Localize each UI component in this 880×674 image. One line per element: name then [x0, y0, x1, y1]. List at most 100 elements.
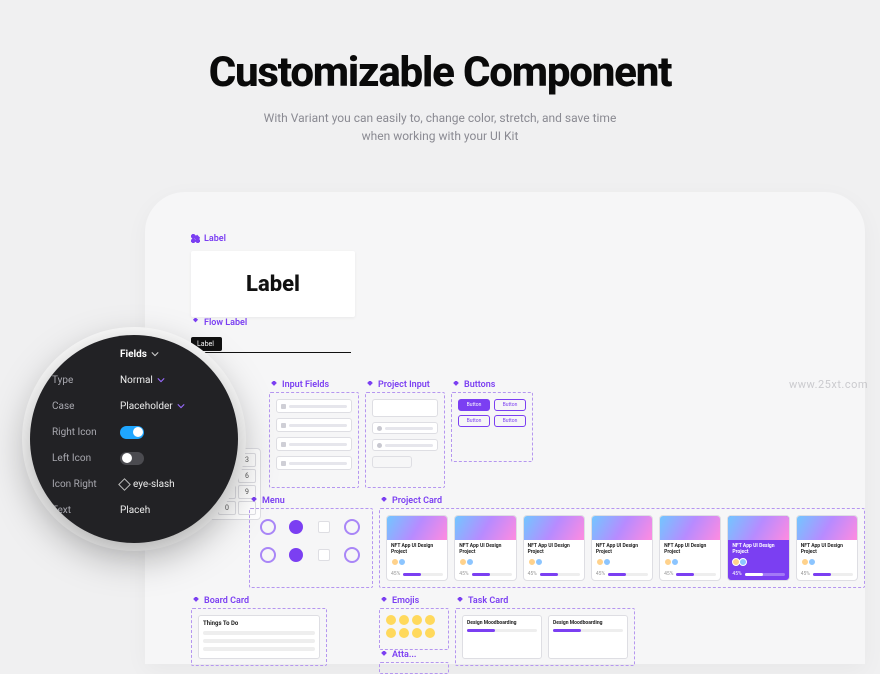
- project-card-variant[interactable]: NFT App UI Design Project 45%: [591, 515, 653, 581]
- instance-swap-icon: [118, 478, 131, 491]
- component-tag-label[interactable]: Label: [191, 234, 226, 244]
- project-card-variant-active[interactable]: NFT App UI Design Project 45%: [727, 515, 789, 581]
- component-icon: [366, 381, 374, 389]
- inspector-row-icon-right[interactable]: Icon Right eye-slash: [52, 471, 232, 497]
- project-input-variant[interactable]: [372, 399, 438, 417]
- group-menu[interactable]: Menu: [249, 508, 373, 588]
- key-6[interactable]: 6: [238, 469, 256, 483]
- component-icon: [192, 597, 200, 605]
- menu-variant[interactable]: [256, 515, 280, 539]
- project-card-variant[interactable]: NFT App UI Design Project 45%: [523, 515, 585, 581]
- label-card[interactable]: Label: [191, 251, 355, 317]
- project-input-variant[interactable]: [372, 422, 438, 434]
- card-thumbnail: [728, 516, 788, 540]
- group-board-card[interactable]: Board Card Things To Do: [191, 608, 327, 666]
- menu-variant[interactable]: [312, 515, 336, 539]
- emoji-variant[interactable]: [412, 615, 422, 625]
- menu-variant[interactable]: [340, 515, 364, 539]
- group-task-card[interactable]: Task Card Design Moodboarding Design Moo…: [455, 608, 635, 666]
- chevron-down-icon: [177, 402, 185, 410]
- page-title: Customizable Component: [0, 48, 880, 97]
- card-thumbnail: [660, 516, 720, 540]
- emoji-variant[interactable]: [425, 615, 435, 625]
- component-tag-board-card[interactable]: Board Card: [192, 596, 249, 606]
- project-card-variant[interactable]: NFT App UI Design Project 45%: [386, 515, 448, 581]
- inspector-row-text[interactable]: Text Placeh: [52, 497, 232, 523]
- component-icon: [250, 497, 258, 505]
- group-attachments[interactable]: Atta...: [379, 662, 449, 674]
- menu-variant[interactable]: [340, 543, 364, 567]
- menu-variant[interactable]: [256, 543, 280, 567]
- project-input-variant[interactable]: [372, 439, 438, 451]
- key-3[interactable]: 3: [238, 453, 256, 467]
- group-project-input[interactable]: Project Input: [365, 392, 445, 488]
- component-icon: [380, 597, 388, 605]
- button-variant-outline[interactable]: Button: [494, 399, 526, 411]
- emoji-variant[interactable]: [412, 628, 422, 638]
- task-card-variant[interactable]: Design Moodboarding: [462, 615, 542, 659]
- component-tag-menu[interactable]: Menu: [250, 496, 285, 506]
- figma-canvas[interactable]: Label Label Flow Label Label 1 2 3 4 5 6…: [145, 192, 865, 664]
- card-thumbnail: [387, 516, 447, 540]
- card-thumbnail: [592, 516, 652, 540]
- page-subtitle: With Variant you can easily to, change c…: [230, 109, 650, 145]
- button-variant-outline[interactable]: Button: [458, 415, 490, 427]
- component-icon: [191, 234, 200, 243]
- component-tag-task-card[interactable]: Task Card: [456, 596, 508, 606]
- project-card-variant[interactable]: NFT App UI Design Project 45%: [454, 515, 516, 581]
- input-variant[interactable]: [276, 418, 352, 432]
- menu-variant[interactable]: [284, 515, 308, 539]
- component-icon: [452, 381, 460, 389]
- project-card-variant[interactable]: NFT App UI Design Project 45%: [659, 515, 721, 581]
- project-input-variant[interactable]: [372, 456, 412, 468]
- input-variant[interactable]: [276, 456, 352, 470]
- chevron-down-icon: [157, 376, 165, 384]
- component-tag-flow-label[interactable]: Flow Label: [191, 318, 247, 328]
- component-tag-project-card[interactable]: Project Card: [380, 496, 442, 506]
- variant-inspector-zoom: Fields Type Normal Case Placeholder Righ…: [30, 335, 238, 543]
- toggle-left-icon[interactable]: [120, 452, 144, 465]
- progress-bar: [403, 573, 443, 576]
- component-icon: [456, 597, 464, 605]
- component-icon: [380, 651, 388, 659]
- inspector-row-left-icon[interactable]: Left Icon: [52, 445, 232, 471]
- avatar: [398, 558, 406, 566]
- card-thumbnail: [797, 516, 857, 540]
- chevron-down-icon: [151, 350, 159, 358]
- component-tag-attachments[interactable]: Atta...: [380, 650, 417, 660]
- menu-variant[interactable]: [284, 543, 308, 567]
- emoji-variant[interactable]: [425, 628, 435, 638]
- card-thumbnail: [524, 516, 584, 540]
- component-icon: [380, 497, 388, 505]
- group-project-card[interactable]: Project Card NFT App UI Design Project 4…: [379, 508, 865, 588]
- group-emojis[interactable]: Emojis: [379, 608, 449, 650]
- button-variant-filled[interactable]: Button: [458, 399, 490, 411]
- progress-bar: [553, 629, 623, 632]
- inspector-section: Fields: [120, 349, 159, 360]
- board-card-variant[interactable]: Things To Do: [198, 615, 320, 659]
- menu-variant[interactable]: [312, 543, 336, 567]
- emoji-variant[interactable]: [399, 628, 409, 638]
- emoji-variant[interactable]: [386, 628, 396, 638]
- emoji-variant[interactable]: [399, 615, 409, 625]
- input-variant[interactable]: [276, 437, 352, 451]
- group-input-fields[interactable]: Input Fields: [269, 392, 359, 488]
- emoji-variant[interactable]: [386, 615, 396, 625]
- component-tag-emojis[interactable]: Emojis: [380, 596, 419, 606]
- input-variant[interactable]: [276, 399, 352, 413]
- component-tag-buttons[interactable]: Buttons: [452, 380, 495, 390]
- inspector-row-case[interactable]: Case Placeholder: [52, 393, 232, 419]
- group-buttons[interactable]: Buttons Button Button Button Button: [451, 392, 533, 462]
- card-thumbnail: [455, 516, 515, 540]
- button-variant-outline[interactable]: Button: [494, 415, 526, 427]
- component-icon: [191, 318, 200, 327]
- inspector-row-right-icon[interactable]: Right Icon: [52, 419, 232, 445]
- inspector-row-type[interactable]: Type Normal: [52, 367, 232, 393]
- progress-bar: [467, 629, 537, 632]
- component-tag-project-input[interactable]: Project Input: [366, 380, 430, 390]
- toggle-right-icon[interactable]: [120, 426, 144, 439]
- component-tag-input-fields[interactable]: Input Fields: [270, 380, 329, 390]
- project-card-variant[interactable]: NFT App UI Design Project 45%: [796, 515, 858, 581]
- task-card-variant[interactable]: Design Moodboarding: [548, 615, 628, 659]
- component-icon: [270, 381, 278, 389]
